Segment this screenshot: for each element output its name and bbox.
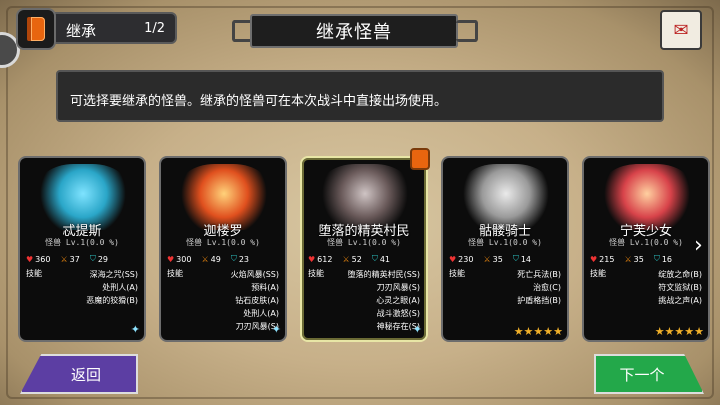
skill-item: 刀刃风暴(S) [376, 283, 420, 292]
skill-item: 处刑人(A) [102, 283, 138, 292]
sword-icon: ⚔ [201, 254, 209, 264]
info-text: 可选择要继承的怪兽。继承的怪兽可在本次战斗中直接出场使用。 [70, 94, 448, 109]
monster-card-list: 忒提斯 怪兽 Lv.1(0.0 %) ♥ 360 ⚔ 37 ⛉ 29 技能 深海… [18, 156, 718, 342]
gem-icon: ✦ [412, 323, 422, 336]
hp-value: 230 [458, 254, 474, 264]
monster-level: 怪兽 Lv.1(0.0 %) [468, 238, 542, 247]
scroll-icon[interactable]: ✉ [660, 10, 702, 50]
back-button-label: 返回 [70, 365, 101, 384]
skill-item: 深海之咒(SS) [89, 270, 138, 279]
inherit-tab[interactable]: 继承 1/2 [16, 8, 177, 50]
skill-list: 死亡兵法(B) 治愈(C) 护盾格挡(B) [517, 268, 561, 307]
skill-item: 钻石皮肤(A) [235, 296, 279, 305]
page-title-text: 继承怪兽 [316, 22, 392, 43]
attack-value: 35 [633, 254, 644, 264]
shield-icon: ⛉ [653, 254, 660, 263]
selected-book-badge-icon [410, 148, 430, 170]
page-title: 继承怪兽 [250, 14, 458, 48]
skill-list: 深海之咒(SS) 处刑人(A) 恶魔的狡猾(B) [86, 268, 138, 307]
monster-card[interactable]: 骷髅骑士 怪兽 Lv.1(0.0 %) ♥ 230 ⚔ 35 ⛉ 14 技能 死… [441, 156, 569, 342]
attack-value: 52 [351, 254, 362, 264]
next-button-label: 下一个 [619, 365, 665, 384]
heart-icon: ♥ [26, 254, 34, 264]
skill-item: 火焰风暴(SS) [230, 270, 279, 279]
gem-icon: ✦ [271, 323, 281, 336]
monster-stats: ♥ 360 ⚔ 37 ⛉ 29 [26, 253, 140, 265]
skills-label: 技能 [449, 269, 465, 278]
monster-card[interactable]: 宁芙少女 怪兽 Lv.1(0.0 %) ♥ 215 ⚔ 35 ⛉ 16 技能 绽… [582, 156, 710, 342]
book-icon [16, 8, 56, 50]
heart-icon: ♥ [167, 254, 175, 264]
attack-value: 37 [69, 254, 80, 264]
heart-icon: ♥ [590, 254, 598, 264]
title-decoration-right [456, 20, 478, 42]
monster-stats: ♥ 612 ⚔ 52 ⛉ 41 [308, 253, 422, 265]
skill-item: 符文监狱(B) [658, 283, 702, 292]
attack-value: 35 [492, 254, 503, 264]
skill-item: 预料(A) [251, 283, 279, 292]
sword-icon: ⚔ [483, 254, 491, 264]
skill-item: 堕落的精英村民(SS) [347, 270, 420, 279]
heart-icon: ♥ [449, 254, 457, 264]
skill-item: 治愈(C) [533, 283, 561, 292]
skill-list: 堕落的精英村民(SS) 刀刃风暴(S) 心灵之眼(A) 战斗激怒(S) 神秘存在… [348, 268, 420, 333]
heart-icon: ♥ [308, 254, 316, 264]
monster-level: 怪兽 Lv.1(0.0 %) [327, 238, 401, 247]
sword-icon: ⚔ [624, 254, 632, 264]
defense-value: 41 [379, 254, 390, 264]
sword-icon: ⚔ [60, 254, 68, 264]
skill-item: 死亡兵法(B) [517, 270, 561, 279]
star-rating: ★★★★★ [654, 325, 704, 338]
monster-card[interactable]: 忒提斯 怪兽 Lv.1(0.0 %) ♥ 360 ⚔ 37 ⛉ 29 技能 深海… [18, 156, 146, 342]
skills-label: 技能 [167, 269, 183, 278]
skill-item: 绽放之命(B) [658, 270, 702, 279]
skill-list: 绽放之命(B) 符文监狱(B) 挑战之声(A) [658, 268, 702, 307]
monster-level: 怪兽 Lv.1(0.0 %) [186, 238, 260, 247]
page-count: 1/2 [144, 21, 165, 36]
defense-value: 16 [661, 254, 672, 264]
skill-item: 挑战之声(A) [658, 296, 702, 305]
star-rating: ★★★★★ [513, 325, 563, 338]
inherit-tab-label: 继承 [66, 22, 97, 40]
skills-label: 技能 [26, 269, 42, 278]
monster-stats: ♥ 215 ⚔ 35 ⛉ 16 [590, 253, 704, 265]
skill-item: 神秘存在(S) [376, 322, 420, 331]
chevron-right-icon[interactable]: › [694, 232, 708, 260]
monster-level: 怪兽 Lv.1(0.0 %) [45, 238, 119, 247]
skills-label: 技能 [308, 269, 324, 278]
skill-item: 恶魔的狡猾(B) [86, 296, 138, 305]
monster-card-selected[interactable]: 堕落的精英村民 怪兽 Lv.1(0.0 %) ♥ 612 ⚔ 52 ⛉ 41 技… [300, 156, 428, 342]
shield-icon: ⛉ [371, 254, 378, 263]
shield-icon: ⛉ [230, 254, 237, 263]
hp-value: 360 [35, 254, 51, 264]
gem-icon: ✦ [130, 323, 140, 336]
shield-icon: ⛉ [89, 254, 96, 263]
skill-item: 战斗激怒(S) [376, 309, 420, 318]
defense-value: 23 [238, 254, 249, 264]
skills-label: 技能 [590, 269, 606, 278]
monster-stats: ♥ 300 ⚔ 49 ⛉ 23 [167, 253, 281, 265]
hp-value: 215 [599, 254, 615, 264]
skill-item: 处刑人(A) [243, 309, 279, 318]
monster-card[interactable]: 迦楼罗 怪兽 Lv.1(0.0 %) ♥ 300 ⚔ 49 ⛉ 23 技能 火焰… [159, 156, 287, 342]
hp-value: 300 [176, 254, 192, 264]
attack-value: 49 [210, 254, 221, 264]
defense-value: 14 [520, 254, 531, 264]
skill-item: 护盾格挡(B) [517, 296, 561, 305]
monster-level: 怪兽 Lv.1(0.0 %) [609, 238, 683, 247]
hp-value: 612 [317, 254, 333, 264]
sword-icon: ⚔ [342, 254, 350, 264]
defense-value: 29 [97, 254, 108, 264]
monster-stats: ♥ 230 ⚔ 35 ⛉ 14 [449, 253, 563, 265]
skill-item: 心灵之眼(A) [376, 296, 420, 305]
info-banner: 可选择要继承的怪兽。继承的怪兽可在本次战斗中直接出场使用。 [56, 70, 664, 122]
shield-icon: ⛉ [512, 254, 519, 263]
